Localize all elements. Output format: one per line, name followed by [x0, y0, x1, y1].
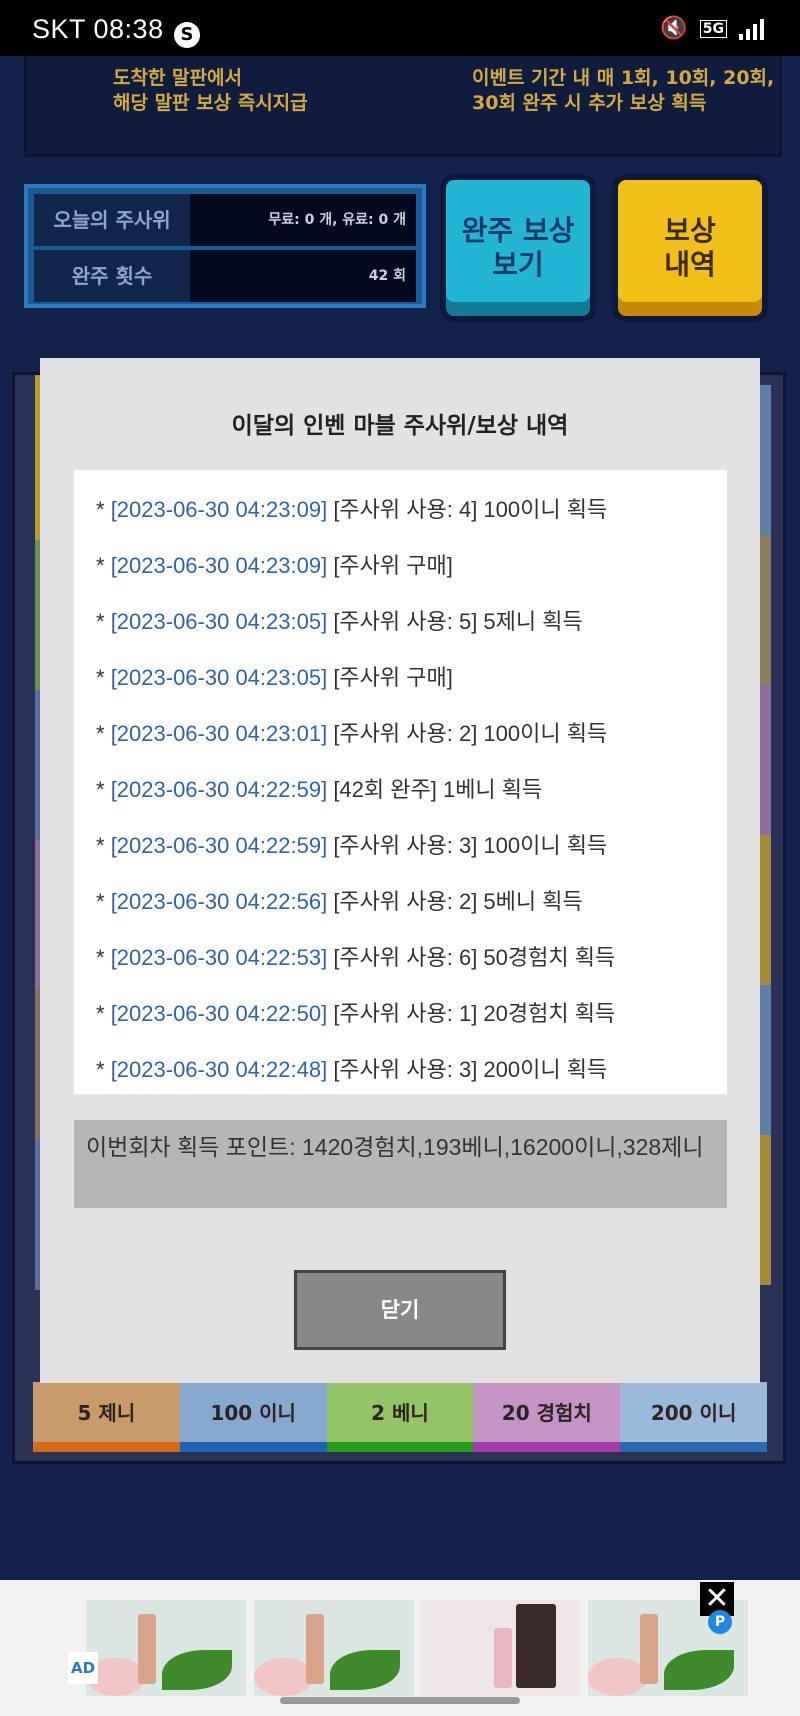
reward-tiles-row: 5 제니 100 이니 2 베니 20 경험치 200 이니 — [33, 1382, 767, 1452]
log-bullet: * — [96, 665, 111, 690]
log-entry: * [2023-06-30 04:22:53] [주사위 사용: 6] 50경험… — [96, 940, 615, 972]
event-info-right-line1: 이벤트 기간 내 매 1회, 10회, 20회, — [472, 67, 775, 89]
points-summary: 이번회차 획득 포인트: 1420경험치,193베니,16200이니,328제니 — [74, 1120, 727, 1208]
close-button[interactable]: 닫기 — [294, 1270, 506, 1350]
log-bullet: * — [96, 777, 111, 802]
log-entry: * [2023-06-30 04:22:59] [주사위 사용: 3] 100이… — [96, 828, 607, 860]
log-timestamp: [2023-06-30 04:23:09] — [110, 497, 328, 522]
laps-row: 완주 횟수 42 회 — [34, 250, 416, 302]
log-bullet: * — [96, 889, 111, 914]
stats-panel: 오늘의 주사위 무료: 0 개, 유료: 0 개 완주 횟수 42 회 — [24, 184, 426, 308]
log-timestamp: [2023-06-30 04:22:53] — [110, 945, 328, 970]
status-icons: 🔇 5G — [660, 16, 764, 41]
log-bullet: * — [96, 945, 111, 970]
log-text: [주사위 사용: 2] 5베니 획득 — [327, 889, 583, 914]
laps-value: 42 회 — [368, 268, 406, 284]
ad-image[interactable] — [86, 1600, 246, 1696]
log-bullet: * — [96, 497, 111, 522]
reward-history-line2: 내역 — [664, 248, 716, 281]
log-entry: * [2023-06-30 04:22:59] [42회 완주] 1베니 획득 — [96, 772, 542, 804]
log-entry: * [2023-06-30 04:22:56] [주사위 사용: 2] 5베니 … — [96, 884, 583, 916]
log-bullet: * — [96, 721, 111, 746]
log-entry: * [2023-06-30 04:22:50] [주사위 사용: 1] 20경험… — [96, 996, 615, 1028]
log-text: [주사위 사용: 6] 50경험치 획득 — [327, 945, 616, 970]
log-bullet: * — [96, 1057, 111, 1082]
shazam-icon: S — [174, 22, 200, 48]
reward-tile: 100 이니 — [179, 1382, 327, 1452]
event-info-panel: 도착한 말판에서 해당 말판 보상 즉시지급 이벤트 기간 내 매 1회, 10… — [24, 56, 782, 157]
log-entry: * [2023-06-30 04:23:09] [주사위 사용: 4] 100이… — [96, 492, 607, 524]
ad-label: AD — [68, 1652, 98, 1684]
reward-history-modal: 이달의 인벤 마블 주사위/보상 내역 * [2023-06-30 04:23:… — [40, 358, 760, 1383]
reward-history-line1: 보상 — [664, 214, 716, 247]
ad-info-icon[interactable]: P — [708, 1610, 732, 1634]
log-entry: * [2023-06-30 04:23:05] [주사위 사용: 5] 5제니 … — [96, 604, 583, 636]
status-bar: SKT 08:38 S 🔇 5G — [0, 0, 800, 56]
log-timestamp: [2023-06-30 04:22:50] — [110, 1001, 328, 1026]
ad-image[interactable] — [254, 1600, 414, 1696]
completion-reward-button[interactable]: 완주 보상 보기 — [440, 174, 596, 322]
ad-banner[interactable] — [0, 1580, 800, 1716]
log-bullet: * — [96, 1001, 111, 1026]
log-bullet: * — [96, 833, 111, 858]
log-timestamp: [2023-06-30 04:23:01] — [110, 721, 328, 746]
log-timestamp: [2023-06-30 04:22:56] — [110, 889, 328, 914]
log-timestamp: [2023-06-30 04:23:05] — [110, 665, 328, 690]
log-text: [주사위 사용: 2] 100이니 획득 — [327, 721, 608, 746]
laps-label: 완주 횟수 — [34, 250, 190, 302]
mute-icon: 🔇 — [660, 16, 688, 41]
log-text: [주사위 사용: 3] 200이니 획득 — [327, 1057, 608, 1082]
log-bullet: * — [96, 609, 111, 634]
log-timestamp: [2023-06-30 04:22:59] — [110, 833, 328, 858]
reward-history-button[interactable]: 보상 내역 — [612, 174, 768, 322]
reward-tile: 5 제니 — [33, 1382, 180, 1452]
home-indicator[interactable] — [280, 1697, 520, 1704]
completion-reward-line2: 보기 — [492, 248, 544, 281]
log-entry: * [2023-06-30 04:22:48] [주사위 사용: 3] 200이… — [96, 1052, 607, 1084]
log-text: [주사위 구매] — [327, 553, 453, 578]
reward-tile: 2 베니 — [326, 1382, 474, 1452]
signal-icon — [739, 18, 764, 40]
event-info-right-line2: 30회 완주 시 추가 보상 획득 — [472, 92, 707, 114]
dice-label: 오늘의 주사위 — [34, 194, 190, 246]
carrier-time: SKT 08:38 — [32, 14, 164, 44]
log-entry: * [2023-06-30 04:23:09] [주사위 구매] — [96, 548, 453, 580]
log-timestamp: [2023-06-30 04:23:09] — [110, 553, 328, 578]
completion-reward-line1: 완주 보상 — [461, 214, 575, 247]
reward-tile: 200 이니 — [620, 1382, 767, 1452]
log-entry: * [2023-06-30 04:23:05] [주사위 구매] — [96, 660, 453, 692]
log-timestamp: [2023-06-30 04:22:59] — [110, 777, 328, 802]
log-text: [주사위 사용: 1] 20경험치 획득 — [327, 1001, 616, 1026]
log-timestamp: [2023-06-30 04:22:48] — [110, 1057, 328, 1082]
event-info-left: 도착한 말판에서 해당 말판 보상 즉시지급 — [113, 66, 308, 116]
log-entry: * [2023-06-30 04:23:01] [주사위 사용: 2] 100이… — [96, 716, 607, 748]
ad-image[interactable] — [420, 1600, 580, 1696]
modal-title: 이달의 인벤 마블 주사위/보상 내역 — [231, 413, 569, 439]
history-log[interactable]: * [2023-06-30 04:23:09] [주사위 사용: 4] 100이… — [74, 470, 727, 1094]
log-text: [주사위 사용: 3] 100이니 획득 — [327, 833, 608, 858]
log-text: [주사위 사용: 4] 100이니 획득 — [327, 497, 608, 522]
log-text: [주사위 사용: 5] 5제니 획득 — [327, 609, 583, 634]
dice-value: 무료: 0 개, 유료: 0 개 — [268, 212, 406, 228]
event-info-right: 이벤트 기간 내 매 1회, 10회, 20회, 30회 완주 시 추가 보상 … — [472, 66, 774, 116]
network-5g-icon: 5G — [699, 19, 727, 38]
log-text: [주사위 구매] — [327, 665, 453, 690]
event-info-left-line1: 도착한 말판에서 — [113, 67, 242, 89]
event-info-left-line2: 해당 말판 보상 즉시지급 — [113, 92, 308, 114]
log-bullet: * — [96, 553, 111, 578]
reward-tile: 20 경험치 — [473, 1382, 621, 1452]
dice-row: 오늘의 주사위 무료: 0 개, 유료: 0 개 — [34, 194, 416, 246]
log-text: [42회 완주] 1베니 획득 — [327, 777, 543, 802]
log-timestamp: [2023-06-30 04:23:05] — [110, 609, 328, 634]
